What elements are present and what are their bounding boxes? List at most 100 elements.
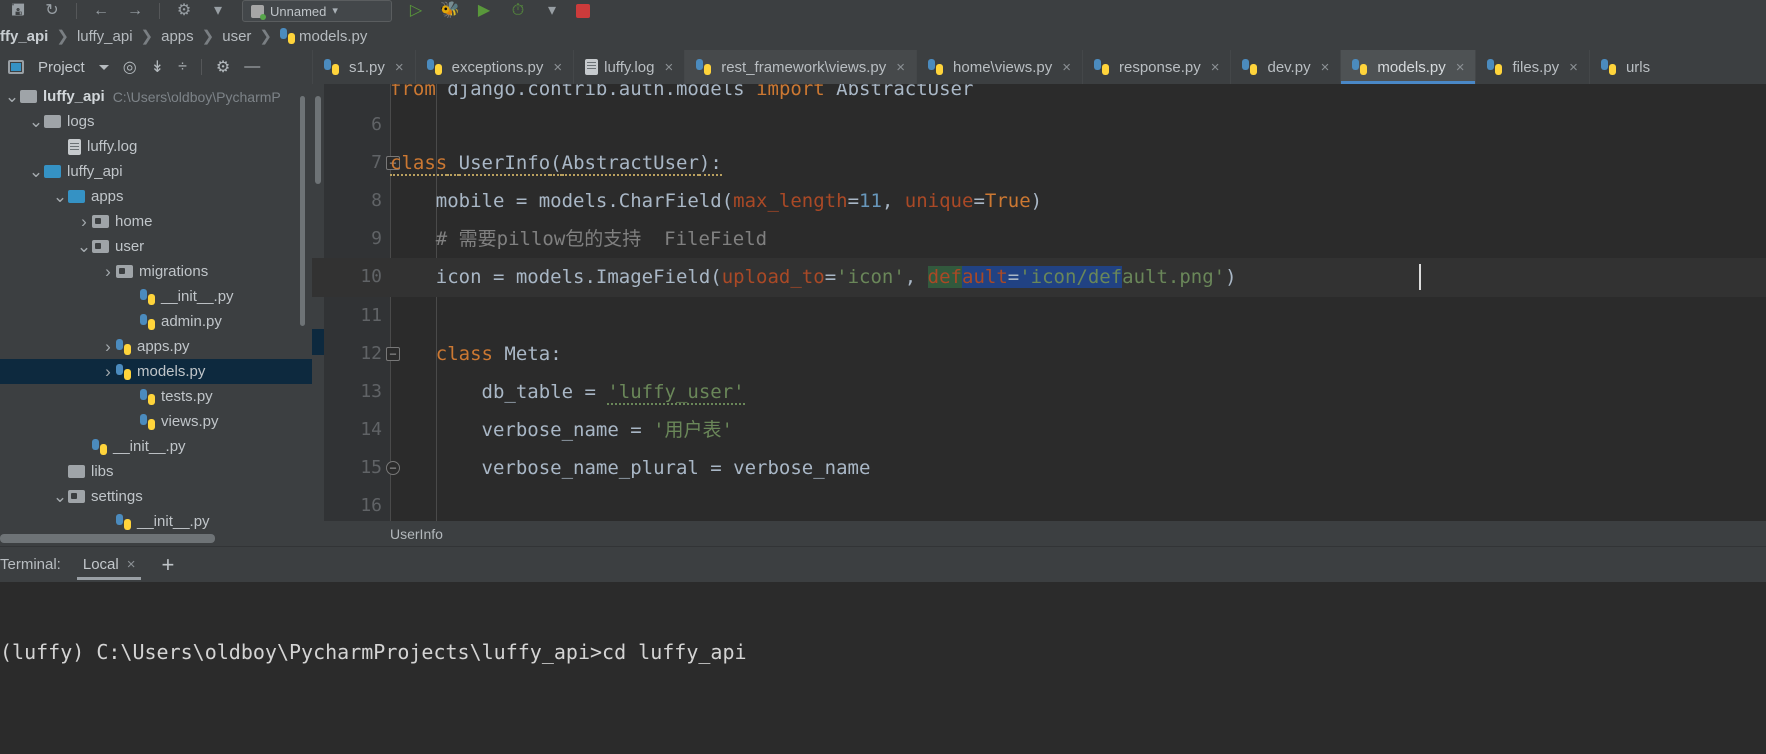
- tree-item-migrations[interactable]: › migrations: [0, 259, 312, 284]
- stop-icon[interactable]: [576, 4, 590, 18]
- folder-icon: [68, 465, 85, 478]
- tree-item-apps-py[interactable]: › apps.py: [0, 334, 312, 359]
- chevron-right-icon[interactable]: ›: [100, 337, 116, 357]
- chevron-right-icon[interactable]: ›: [76, 212, 92, 232]
- close-icon[interactable]: ×: [664, 59, 673, 76]
- breadcrumb-item-2[interactable]: apps: [155, 28, 200, 45]
- tree-item-admin-py[interactable]: admin.py: [0, 309, 312, 334]
- collapse-all-icon[interactable]: ↡: [151, 57, 164, 77]
- python-file-icon: [1094, 59, 1109, 75]
- editor-tab-dev-py[interactable]: dev.py ×: [1230, 50, 1341, 84]
- close-icon[interactable]: ×: [1456, 59, 1465, 76]
- project-tree-scrollbar[interactable]: [300, 96, 305, 326]
- profile-icon[interactable]: ⏱: [508, 1, 528, 21]
- close-icon[interactable]: ×: [1569, 59, 1578, 76]
- terminal-prompt-line: (luffy) C:\Users\oldboy\PycharmProjects\…: [0, 640, 747, 664]
- back-arrow-icon[interactable]: ←: [91, 1, 111, 21]
- tree-item-luffy-api[interactable]: ⌄ luffy_api C:\Users\oldboy\PycharmP: [0, 84, 312, 109]
- tree-item-settings[interactable]: ⌄ settings: [0, 484, 312, 509]
- editor-tab-urls[interactable]: urls: [1588, 50, 1662, 84]
- code-editor[interactable]: from django.contrib.auth.models import A…: [312, 84, 1766, 546]
- code-line-11[interactable]: 11: [312, 297, 1766, 336]
- code-line-7-text: class UserInfo(AbstractUser):: [390, 152, 722, 176]
- chevron-right-icon[interactable]: ›: [100, 362, 116, 382]
- close-icon[interactable]: ×: [1062, 59, 1071, 76]
- tree-item---init---py[interactable]: __init__.py: [0, 509, 312, 534]
- python-file-icon: [1352, 59, 1368, 75]
- terminal-body[interactable]: (luffy) C:\Users\oldboy\PycharmProjects\…: [0, 582, 1766, 754]
- run-configuration-selector[interactable]: Unnamed ▾: [242, 0, 392, 22]
- sync-icon[interactable]: ↻: [42, 1, 62, 21]
- breadcrumb-file[interactable]: models.py: [274, 27, 373, 45]
- project-tree-hscrollbar[interactable]: [0, 534, 215, 543]
- expand-icon[interactable]: ÷: [178, 58, 187, 76]
- code-line-5[interactable]: from django.contrib.auth.models import A…: [312, 84, 1766, 109]
- code-line-7[interactable]: 7 − class UserInfo(AbstractUser):: [312, 144, 1766, 183]
- editor-tab-exceptions-py[interactable]: exceptions.py ×: [414, 50, 574, 84]
- terminal-tab-local[interactable]: Local ×: [71, 547, 148, 583]
- code-line-10-text: icon = models.ImageField(upload_to='icon…: [390, 266, 1237, 288]
- editor-tab-rest_framework-views-py[interactable]: rest_framework\views.py ×: [684, 50, 917, 84]
- chevron-down-icon[interactable]: ⌄: [4, 87, 20, 107]
- tree-item-home[interactable]: › home: [0, 209, 312, 234]
- close-icon[interactable]: ×: [1321, 59, 1330, 76]
- forward-arrow-icon[interactable]: →: [125, 1, 145, 21]
- code-line-13[interactable]: 13 db_table = 'luffy_user': [312, 373, 1766, 412]
- chevron-down-icon-2[interactable]: ▾: [542, 1, 562, 21]
- chevron-down-icon[interactable]: ⌄: [28, 162, 44, 182]
- code-line-15[interactable]: 15 − verbose_name_plural = verbose_name: [312, 449, 1766, 488]
- code-line-10[interactable]: 10 icon = models.ImageField(upload_to='i…: [312, 258, 1766, 297]
- debug-icon[interactable]: 🐝: [440, 1, 460, 21]
- breadcrumb-item-3[interactable]: user: [216, 28, 257, 45]
- tree-item-luffy-log[interactable]: luffy.log: [0, 134, 312, 159]
- chevron-right-icon[interactable]: ›: [100, 262, 116, 282]
- tree-item---init---py[interactable]: __init__.py: [0, 284, 312, 309]
- line-number-7: 7: [371, 152, 382, 173]
- tree-item-libs[interactable]: libs: [0, 459, 312, 484]
- code-line-12[interactable]: 12 − class Meta:: [312, 335, 1766, 374]
- editor-tab-luffy-log[interactable]: luffy.log ×: [573, 50, 685, 84]
- chevron-down-icon[interactable]: [98, 64, 109, 70]
- locate-icon[interactable]: ◎: [123, 57, 137, 77]
- close-icon[interactable]: ×: [127, 556, 136, 573]
- breadcrumb-item-0[interactable]: ffy_api: [0, 28, 54, 45]
- project-tree[interactable]: ⌄ luffy_api C:\Users\oldboy\PycharmP ⌄ logs l…: [0, 84, 312, 546]
- tree-item-views-py[interactable]: views.py: [0, 409, 312, 434]
- chevron-down-icon[interactable]: ⌄: [52, 187, 68, 207]
- editor-tab-s1-py[interactable]: s1.py ×: [312, 50, 415, 84]
- breadcrumb-item-1[interactable]: luffy_api: [71, 28, 139, 45]
- code-line-9[interactable]: 9 # 需要pillow包的支持 FileField: [312, 220, 1766, 259]
- close-icon[interactable]: ×: [1211, 59, 1220, 76]
- editor-structure-breadcrumb[interactable]: UserInfo: [312, 521, 1766, 546]
- tree-item-models-py[interactable]: › models.py: [0, 359, 312, 384]
- chevron-down-icon[interactable]: ⌄: [28, 112, 44, 132]
- tree-item-logs[interactable]: ⌄ logs: [0, 109, 312, 134]
- settings-gear-icon[interactable]: ⚙: [216, 57, 230, 77]
- run-icon[interactable]: ▷: [406, 1, 426, 21]
- tree-item-apps[interactable]: ⌄ apps: [0, 184, 312, 209]
- tree-item-user[interactable]: ⌄ user: [0, 234, 312, 259]
- code-line-14[interactable]: 14 verbose_name = '用户表': [312, 411, 1766, 450]
- close-icon[interactable]: ×: [896, 59, 905, 76]
- tree-item-tests-py[interactable]: tests.py: [0, 384, 312, 409]
- editor-tab-models-py[interactable]: models.py ×: [1340, 50, 1476, 84]
- chevron-down-icon[interactable]: ⌄: [76, 237, 92, 257]
- close-icon[interactable]: ×: [395, 59, 404, 76]
- code-line-8[interactable]: 8 mobile = models.CharField(max_length=1…: [312, 182, 1766, 221]
- close-icon[interactable]: ×: [553, 59, 562, 76]
- hide-panel-icon[interactable]: —: [244, 58, 260, 76]
- save-icon[interactable]: 🖪: [8, 1, 28, 21]
- chevron-down-icon[interactable]: ▾: [208, 1, 228, 21]
- tree-item-luffy-api[interactable]: ⌄ luffy_api: [0, 159, 312, 184]
- editor-tab-home-views-py[interactable]: home\views.py ×: [916, 50, 1082, 84]
- run-with-coverage-icon[interactable]: ▶: [474, 1, 494, 21]
- breadcrumb-separator: ❯: [56, 28, 69, 45]
- tree-item---init---py[interactable]: __init__.py: [0, 434, 312, 459]
- editor-tab-files-py[interactable]: files.py ×: [1475, 50, 1589, 84]
- chevron-down-icon[interactable]: ⌄: [52, 487, 68, 507]
- vcs-update-icon[interactable]: ⚙: [174, 1, 194, 21]
- add-terminal-icon[interactable]: +: [147, 553, 188, 576]
- code-line-6[interactable]: 6: [312, 106, 1766, 145]
- editor-tab-response-py[interactable]: response.py ×: [1082, 50, 1231, 84]
- code-line-16[interactable]: 16: [312, 487, 1766, 526]
